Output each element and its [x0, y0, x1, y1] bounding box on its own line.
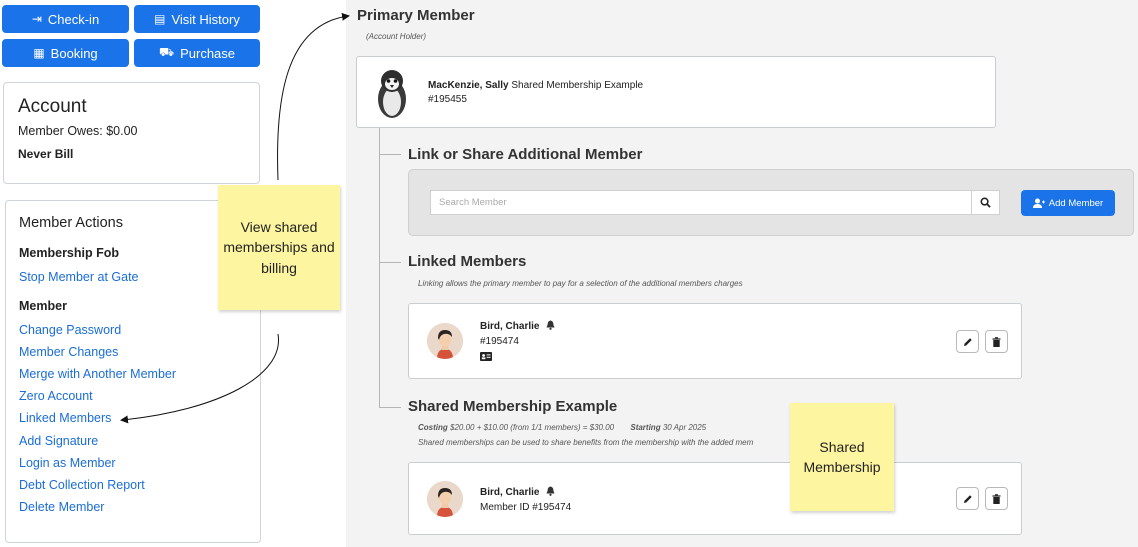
sticky-note-shared-text: Shared Membership [803, 438, 881, 475]
sticky-note-view-shared: View shared memberships and billing [218, 185, 340, 310]
annotation-arrows [120, 12, 350, 424]
arrow-to-primary-member [277, 12, 350, 181]
sticky-note-shared: Shared Membership [790, 403, 894, 511]
sticky-note-view-shared-text: View shared memberships and billing [223, 219, 335, 276]
arrow-to-linked-members [120, 333, 279, 424]
